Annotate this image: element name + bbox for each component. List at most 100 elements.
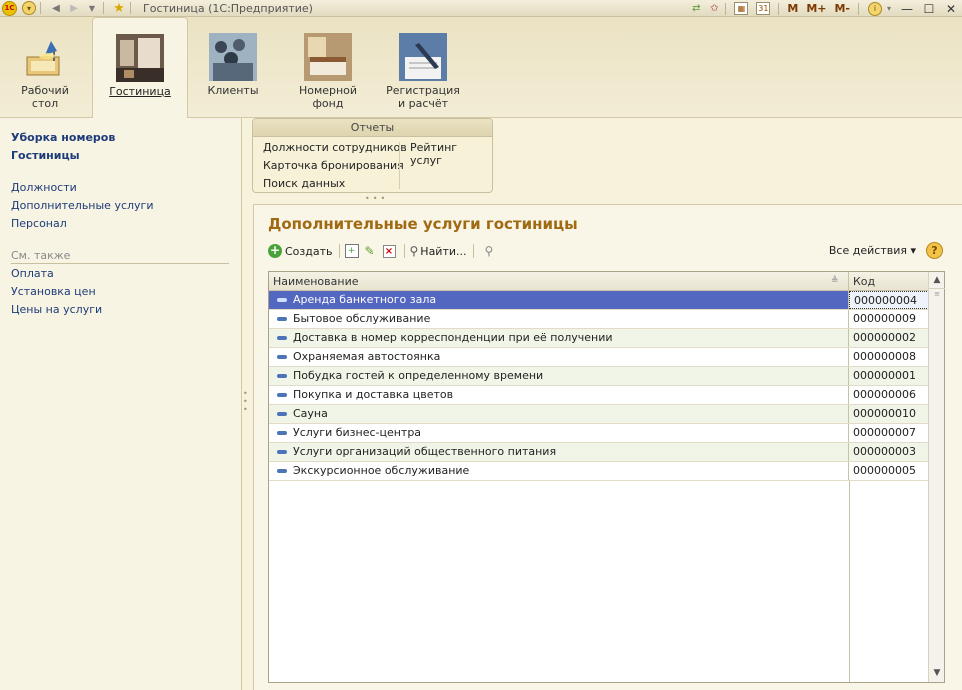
cell-name: Бытовое обслуживание — [269, 310, 849, 328]
table-row[interactable]: Охраняемая автостоянка 000000008 — [269, 348, 929, 367]
item-icon — [277, 393, 287, 397]
nav-item-room-cleaning[interactable]: Уборка номеров — [11, 131, 115, 144]
copy-icon[interactable]: + — [344, 244, 359, 258]
cell-name: Услуги бизнес-центра — [269, 424, 849, 442]
minimize-button[interactable]: — — [899, 2, 915, 16]
report-link-booking-card[interactable]: Карточка бронирования — [263, 159, 404, 172]
scroll-thumb[interactable]: ≡ — [929, 290, 945, 304]
calculator-icon[interactable]: ▦ — [734, 2, 749, 15]
nav-item-additional-services[interactable]: Дополнительные услуги — [11, 199, 153, 212]
item-icon — [277, 336, 287, 340]
column-divider — [849, 481, 850, 682]
favorites-star-icon[interactable]: ★ — [112, 1, 126, 16]
section-label: Гостиница — [109, 85, 171, 98]
cell-name: Услуги организаций общественного питания — [269, 443, 849, 461]
section-label: Клиенты — [207, 84, 259, 97]
cell-code: 000000010 — [853, 407, 916, 420]
section-registration[interactable]: Регистрация и расчёт — [382, 17, 464, 118]
cell-code: 000000008 — [853, 350, 916, 363]
cell-name: Побудка гостей к определенному времени — [269, 367, 849, 385]
table-row[interactable]: Аренда банкетного зала 000000004 — [269, 291, 929, 310]
cell-name: Экскурсионное обслуживание — [269, 462, 849, 480]
cell-name: Покупка и доставка цветов — [269, 386, 849, 404]
scroll-down-arrow-icon[interactable]: ▼ — [929, 665, 945, 682]
bookmark-icon[interactable]: ✩ — [707, 2, 721, 16]
calendar-icon[interactable]: 31 — [756, 2, 771, 15]
nav-item-positions[interactable]: Должности — [11, 181, 77, 194]
clients-icon — [209, 33, 257, 81]
memory-m-plus-button[interactable]: M+ — [806, 2, 826, 15]
item-icon — [277, 298, 287, 302]
table-row[interactable]: Доставка в номер корреспонденции при её … — [269, 329, 929, 348]
nav-item-price-setting[interactable]: Установка цен — [11, 285, 96, 298]
app-logo-icon[interactable]: 1С — [2, 0, 17, 16]
all-actions-dropdown[interactable]: Все действия ▾ — [829, 244, 916, 257]
item-icon — [277, 355, 287, 359]
cell-code: 000000003 — [853, 445, 916, 458]
form-toolbar: + Создать + ✎ × ⚲ Найти... ⚲ — [268, 241, 493, 261]
table-row[interactable]: Услуги бизнес-центра 000000007 — [269, 424, 929, 443]
window-title: Гостиница (1С:Предприятие) — [143, 1, 313, 15]
plus-icon: + — [268, 243, 282, 258]
table-row[interactable]: Побудка гостей к определенному времени 0… — [269, 367, 929, 386]
vertical-scrollbar[interactable]: ▲ ≡ ▼ — [928, 272, 945, 682]
maximize-button[interactable]: ☐ — [921, 2, 937, 16]
table-row[interactable]: Услуги организаций общественного питания… — [269, 443, 929, 462]
column-header-name[interactable]: Наименование — [269, 272, 849, 291]
cell-code: 000000009 — [853, 312, 916, 325]
find-button-label: Найти... — [420, 244, 467, 258]
cell-code: 000000007 — [853, 426, 916, 439]
table-row[interactable]: Экскурсионное обслуживание 000000005 — [269, 462, 929, 481]
find-button[interactable]: ⚲ Найти... — [410, 244, 467, 258]
table-row[interactable]: Покупка и доставка цветов 000000006 — [269, 386, 929, 405]
edit-pencil-icon[interactable]: ✎ — [363, 244, 377, 258]
close-button[interactable]: ✕ — [943, 2, 959, 16]
table-header: Наименование ≜ Код — [269, 272, 929, 291]
report-link-positions[interactable]: Должности сотрудников — [263, 141, 407, 154]
item-icon — [277, 469, 287, 473]
delete-mark-icon[interactable]: × — [382, 244, 396, 258]
divider — [338, 244, 340, 258]
cell-name: Аренда банкетного зала — [269, 291, 849, 309]
desk-lamp-icon — [21, 33, 69, 81]
section-label: Номерной фонд — [298, 84, 358, 110]
memory-m-minus-button[interactable]: M- — [834, 2, 850, 15]
section-room-stock[interactable]: Номерной фонд — [292, 17, 364, 118]
section-label: Регистрация и расчёт — [386, 84, 460, 110]
section-label: Рабочий стол — [21, 84, 69, 110]
report-link-services-rating[interactable]: Рейтинг услуг — [410, 141, 492, 167]
registration-icon — [399, 33, 447, 81]
history-dropdown-icon[interactable]: ▼ — [85, 1, 99, 15]
reports-resize-handle[interactable]: ••• — [365, 194, 388, 203]
main-menu-icon[interactable]: ▾ — [22, 1, 36, 15]
cell-name: Охраняемая автостоянка — [269, 348, 849, 366]
help-icon[interactable]: ? — [926, 242, 943, 259]
cell-code: 000000005 — [853, 464, 916, 477]
divider — [399, 142, 400, 189]
memory-m-button[interactable]: M — [787, 2, 798, 15]
info-dropdown-icon[interactable]: ▾ — [882, 2, 896, 16]
section-clients[interactable]: Клиенты — [200, 17, 266, 118]
forward-arrow-icon[interactable]: ▶ — [67, 1, 81, 15]
item-icon — [277, 431, 287, 435]
report-link-data-search[interactable]: Поиск данных — [263, 177, 345, 190]
link-icon[interactable]: ⇄ — [689, 2, 703, 16]
create-button[interactable]: + Создать — [268, 244, 333, 258]
back-arrow-icon[interactable]: ◀ — [49, 1, 63, 15]
scroll-up-arrow-icon[interactable]: ▲ — [929, 272, 945, 289]
table-row[interactable]: Сауна 000000010 — [269, 405, 929, 424]
cancel-search-icon[interactable]: ⚲ — [485, 244, 494, 258]
nav-item-service-prices[interactable]: Цены на услуги — [11, 303, 102, 316]
table-row[interactable]: Бытовое обслуживание 000000009 — [269, 310, 929, 329]
left-navigation-panel: Уборка номеров Гостиницы Должности Допол… — [0, 118, 242, 690]
section-desktop[interactable]: Рабочий стол — [12, 17, 78, 118]
panel-splitter-handle[interactable]: • • • — [243, 390, 249, 414]
nav-item-hotels[interactable]: Гостиницы — [11, 149, 80, 162]
nav-item-payment[interactable]: Оплата — [11, 267, 54, 280]
section-hotel[interactable]: Гостиница — [92, 17, 188, 118]
info-icon[interactable]: i — [868, 1, 882, 16]
column-header-code[interactable]: Код — [849, 272, 929, 291]
cell-code: 000000002 — [853, 331, 916, 344]
cell-code: 000000001 — [853, 369, 916, 382]
nav-item-staff[interactable]: Персонал — [11, 217, 67, 230]
